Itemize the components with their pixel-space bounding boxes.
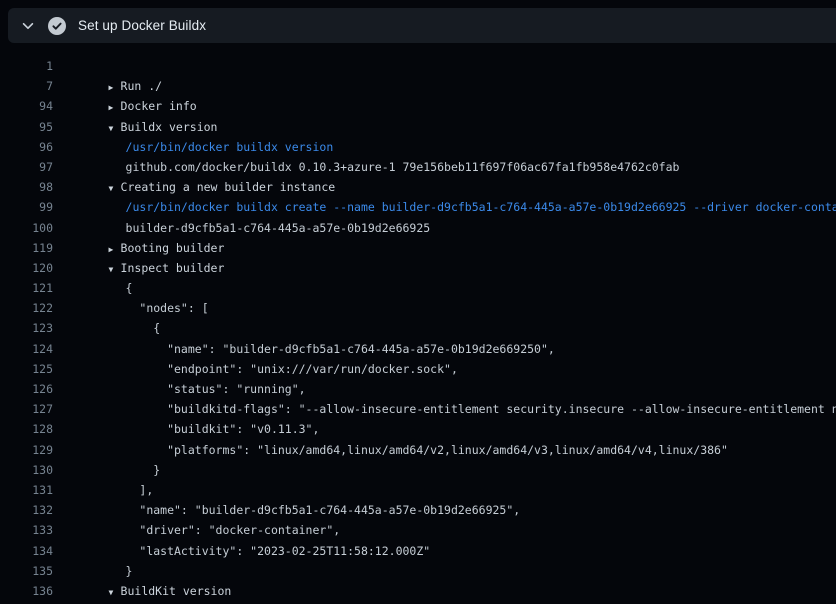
line-number[interactable]: 132: [0, 500, 53, 520]
log-area: 1 ▶Run ./ 7 ▶Docker info 94 ▼Buildx vers…: [0, 43, 836, 604]
line-number[interactable]: 95: [0, 117, 53, 137]
line-number[interactable]: 136: [0, 581, 53, 601]
log-row-body: builder-d9cfb5a1-c764-445a-a57e-0b19d2e6…: [53, 581, 499, 604]
log-row: 94 ▼Buildx version: [0, 96, 836, 116]
line-number[interactable]: 126: [0, 379, 53, 399]
line-number[interactable]: 98: [0, 177, 53, 197]
line-number[interactable]: 99: [0, 197, 53, 217]
line-number[interactable]: 100: [0, 218, 53, 238]
line-number[interactable]: 123: [0, 318, 53, 338]
line-number[interactable]: 128: [0, 419, 53, 439]
log-row: 136 builder-d9cfb5a1-c764-445a-a57e-0b19…: [0, 581, 836, 601]
line-number[interactable]: 122: [0, 298, 53, 318]
line-number[interactable]: 7: [0, 76, 53, 96]
line-number[interactable]: 96: [0, 137, 53, 157]
line-number[interactable]: 121: [0, 278, 53, 298]
log-text: Inspect builder: [121, 261, 225, 275]
log-row: 98 /usr/bin/docker buildx create --name …: [0, 177, 836, 197]
line-number[interactable]: 127: [0, 399, 53, 419]
line-number[interactable]: 135: [0, 561, 53, 581]
line-number[interactable]: 120: [0, 258, 53, 278]
line-number[interactable]: 97: [0, 157, 53, 177]
line-number[interactable]: 125: [0, 359, 53, 379]
log-row: 133 "lastActivity": "2023-02-25T11:58:12…: [0, 520, 836, 540]
line-number[interactable]: 124: [0, 339, 53, 359]
line-number[interactable]: 130: [0, 460, 53, 480]
log-text: "lastActivity": "2023-02-25T11:58:12.000…: [126, 544, 431, 558]
step-title: Set up Docker Buildx: [78, 18, 206, 33]
line-number[interactable]: 119: [0, 238, 53, 258]
log-row: 1 ▶Run ./: [0, 56, 836, 76]
step-header[interactable]: Set up Docker Buildx: [8, 8, 836, 43]
log-row: 126 "buildkitd-flags": "--allow-insecure…: [0, 379, 836, 399]
log-row: 123 "name": "builder-d9cfb5a1-c764-445a-…: [0, 318, 836, 338]
log-row: 7 ▶Docker info: [0, 76, 836, 96]
log-row: 124 "endpoint": "unix:///var/run/docker.…: [0, 339, 836, 359]
line-number[interactable]: 129: [0, 440, 53, 460]
line-number[interactable]: 134: [0, 541, 53, 561]
log-row: 95 /usr/bin/docker buildx version: [0, 117, 836, 137]
check-circle-icon: [48, 17, 66, 35]
log-row: 131 "name": "builder-d9cfb5a1-c764-445a-…: [0, 480, 836, 500]
log-text: "platforms": "linux/amd64,linux/amd64/v2…: [126, 443, 728, 457]
log-row: 128 "platforms": "linux/amd64,linux/amd6…: [0, 419, 836, 439]
line-number[interactable]: 131: [0, 480, 53, 500]
log-row: 122 {: [0, 298, 836, 318]
chevron-down-icon[interactable]: [20, 18, 36, 34]
log-row: 96 github.com/docker/buildx 0.10.3+azure…: [0, 137, 836, 157]
log-row: 120 {: [0, 258, 836, 278]
line-number[interactable]: 1: [0, 56, 53, 76]
line-number[interactable]: 94: [0, 96, 53, 116]
line-number[interactable]: 133: [0, 520, 53, 540]
log-row: 121 "nodes": [: [0, 278, 836, 298]
